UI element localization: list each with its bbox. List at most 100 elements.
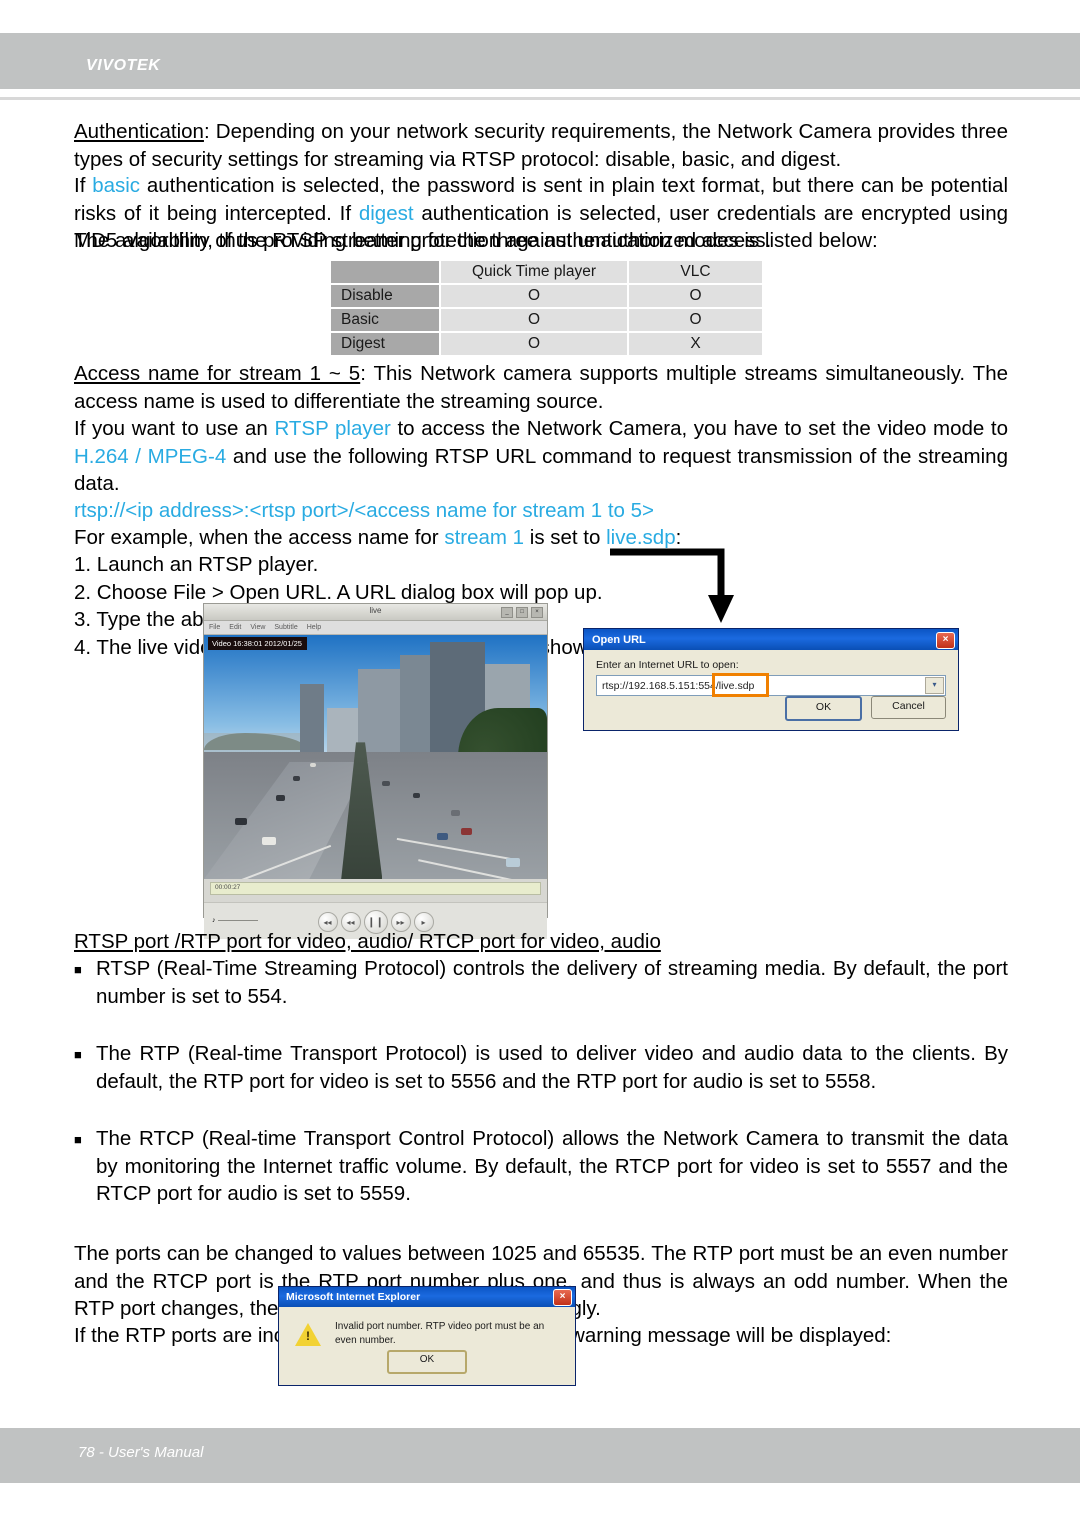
- table-row: Disable O O: [331, 285, 762, 307]
- volume-slider-track[interactable]: [217, 920, 258, 921]
- square-bullet-icon: ■: [74, 1132, 82, 1147]
- player-volume-control[interactable]: ♪: [212, 917, 258, 924]
- ie-warning-title: Microsoft Internet Explorer: [286, 1291, 421, 1303]
- open-url-title: Open URL: [592, 633, 646, 646]
- table-header-vlc: VLC: [629, 261, 762, 283]
- video-car: [234, 818, 247, 826]
- ie-warning-titlebar: Microsoft Internet Explorer ×: [279, 1287, 575, 1307]
- auth-availability-text: The availability of the RTSP streaming f…: [74, 229, 878, 252]
- open-url-combobox[interactable]: rtsp://192.168.5.151:554/live.sdp ▾: [596, 673, 946, 697]
- brand-logo: VIVOTEK: [86, 57, 161, 74]
- square-bullet-icon: ■: [74, 1047, 82, 1062]
- auth-p2-part-a: If: [74, 174, 93, 197]
- video-building: [399, 654, 434, 762]
- step-item-1: 1. Launch an RTSP player.: [74, 553, 319, 576]
- page-footer-label: 78 - User's Manual: [78, 1444, 204, 1461]
- player-menu-view[interactable]: View: [250, 624, 265, 631]
- player-menubar: File Edit View Subtitle Help: [204, 621, 547, 635]
- player-menu-file[interactable]: File: [209, 624, 220, 631]
- header-divider: [0, 97, 1080, 100]
- player-menu-subtitle[interactable]: Subtitle: [274, 624, 297, 631]
- video-car: [505, 857, 520, 867]
- video-car: [461, 828, 473, 836]
- speaker-icon: ♪: [212, 917, 216, 924]
- open-url-dialog: Open URL × Enter an Internet URL to open…: [583, 628, 959, 731]
- player-seek-slider[interactable]: 00:00:27: [210, 882, 541, 895]
- rtsp-p-part-b: to access the Network Camera, you have t…: [390, 417, 1009, 440]
- close-icon[interactable]: ×: [936, 632, 955, 649]
- open-url-prompt: Enter an Internet URL to open:: [596, 659, 739, 671]
- step-item-2: 2. Choose File > Open URL. A URL dialog …: [74, 580, 603, 604]
- authentication-support-table: Quick Time player VLC Disable O O Basic …: [329, 259, 764, 357]
- table-row: Basic O O: [331, 309, 762, 331]
- ie-warning-dialog: Microsoft Internet Explorer × Invalid po…: [278, 1286, 576, 1386]
- table-row-label-disable: Disable: [331, 285, 439, 307]
- video-car: [450, 809, 460, 816]
- player-elapsed-time: 00:00:27: [215, 884, 241, 891]
- open-url-body: Enter an Internet URL to open: rtsp://19…: [584, 650, 958, 697]
- player-menu-help[interactable]: Help: [307, 624, 321, 631]
- player-minimize-button[interactable]: _: [501, 607, 513, 618]
- rtsp-url-template: rtsp://<ip address>:<rtsp port>/<access …: [74, 497, 1008, 525]
- table-cell-basic-vlc: O: [629, 309, 762, 331]
- table-corner-cell: [331, 261, 439, 283]
- square-bullet-icon: ■: [74, 962, 82, 977]
- video-car: [293, 776, 301, 782]
- stream-keyword: stream 1: [444, 526, 525, 549]
- table-cell-basic-quicktime: O: [441, 309, 627, 331]
- player-window-buttons: _ □ ×: [501, 607, 543, 618]
- table-row-label-digest: Digest: [331, 333, 439, 355]
- rtsp-player-window: live _ □ × File Edit View Subtitle Help: [203, 603, 548, 939]
- player-menu-edit[interactable]: Edit: [229, 624, 241, 631]
- open-url-buttons: OK Cancel: [785, 696, 946, 721]
- bullet-rtsp: ■ RTSP (Real-Time Streaming Protocol) co…: [74, 955, 1008, 1010]
- player-window-title: live: [369, 606, 382, 615]
- ie-warning-buttons: OK: [279, 1350, 575, 1374]
- table-header-row: Quick Time player VLC: [331, 261, 762, 283]
- player-video-surface: Video 16:38:01 2012/01/25: [204, 635, 547, 879]
- ok-button[interactable]: OK: [785, 696, 862, 721]
- warning-triangle-icon: [295, 1322, 321, 1346]
- table-cell-digest-vlc: X: [629, 333, 762, 355]
- ports-section-heading: RTSP port /RTP port for video, audio/ RT…: [74, 928, 1008, 956]
- access-name-term: Access name for stream 1 ~ 5: [74, 362, 361, 385]
- example-part-a: For example, when the access name for: [74, 526, 445, 549]
- bullet-rtcp-text: The RTCP (Real-time Transport Control Pr…: [96, 1127, 1008, 1205]
- table-cell-disable-vlc: O: [629, 285, 762, 307]
- ports-heading-text: RTSP port /RTP port for video, audio/ RT…: [74, 930, 661, 953]
- access-name-paragraph: Access name for stream 1 ~ 5: This Netwo…: [74, 360, 1008, 415]
- auth-paragraph-3: The availability of the RTSP streaming f…: [74, 227, 1008, 255]
- bullet-rtcp: ■ The RTCP (Real-time Transport Control …: [74, 1125, 1008, 1208]
- table-row-label-basic: Basic: [331, 309, 439, 331]
- table-header-quicktime: Quick Time player: [441, 261, 627, 283]
- digest-keyword: digest: [358, 201, 414, 225]
- auth-paragraph-1-text: : Depending on your network security req…: [74, 120, 1008, 171]
- close-icon[interactable]: ×: [553, 1289, 572, 1306]
- rtsp-player-paragraph: If you want to use an RTSP player to acc…: [74, 415, 1008, 498]
- video-car: [310, 762, 317, 767]
- player-close-button[interactable]: ×: [531, 607, 543, 618]
- rtsp-p-part-a: If you want to use an: [74, 417, 275, 440]
- open-url-titlebar: Open URL ×: [584, 629, 958, 650]
- example-part-b: is set to: [524, 526, 607, 549]
- auth-paragraph-1: Authentication: Depending on your networ…: [74, 118, 1008, 173]
- ie-warning-body: Invalid port number. RTP video port must…: [279, 1307, 575, 1348]
- callout-arrow-icon: [608, 543, 738, 625]
- video-building: [300, 683, 325, 762]
- bullet-rtsp-text: RTSP (Real-Time Streaming Protocol) cont…: [96, 957, 1008, 1008]
- bullet-rtp: ■ The RTP (Real-time Transport Protocol)…: [74, 1040, 1008, 1095]
- table-row: Digest O X: [331, 333, 762, 355]
- player-seek-area: 00:00:27: [204, 879, 547, 902]
- video-osd-timestamp: Video 16:38:01 2012/01/25: [208, 637, 307, 650]
- table-cell-disable-quicktime: O: [441, 285, 627, 307]
- rtsp-url-template-text: rtsp://<ip address>:<rtsp port>/<access …: [74, 499, 654, 522]
- ok-button[interactable]: OK: [387, 1350, 467, 1374]
- player-maximize-button[interactable]: □: [516, 607, 528, 618]
- url-prefix: rtsp://192.168.5.151:554/: [602, 679, 719, 692]
- chevron-down-icon[interactable]: ▾: [925, 677, 944, 694]
- cancel-button[interactable]: Cancel: [871, 696, 946, 719]
- page-header-bar: [0, 33, 1080, 89]
- table-cell-digest-quicktime: O: [441, 333, 627, 355]
- codec-keyword: H.264 / MPEG-4: [74, 444, 227, 468]
- example-paragraph: For example, when the access name for st…: [74, 524, 1008, 552]
